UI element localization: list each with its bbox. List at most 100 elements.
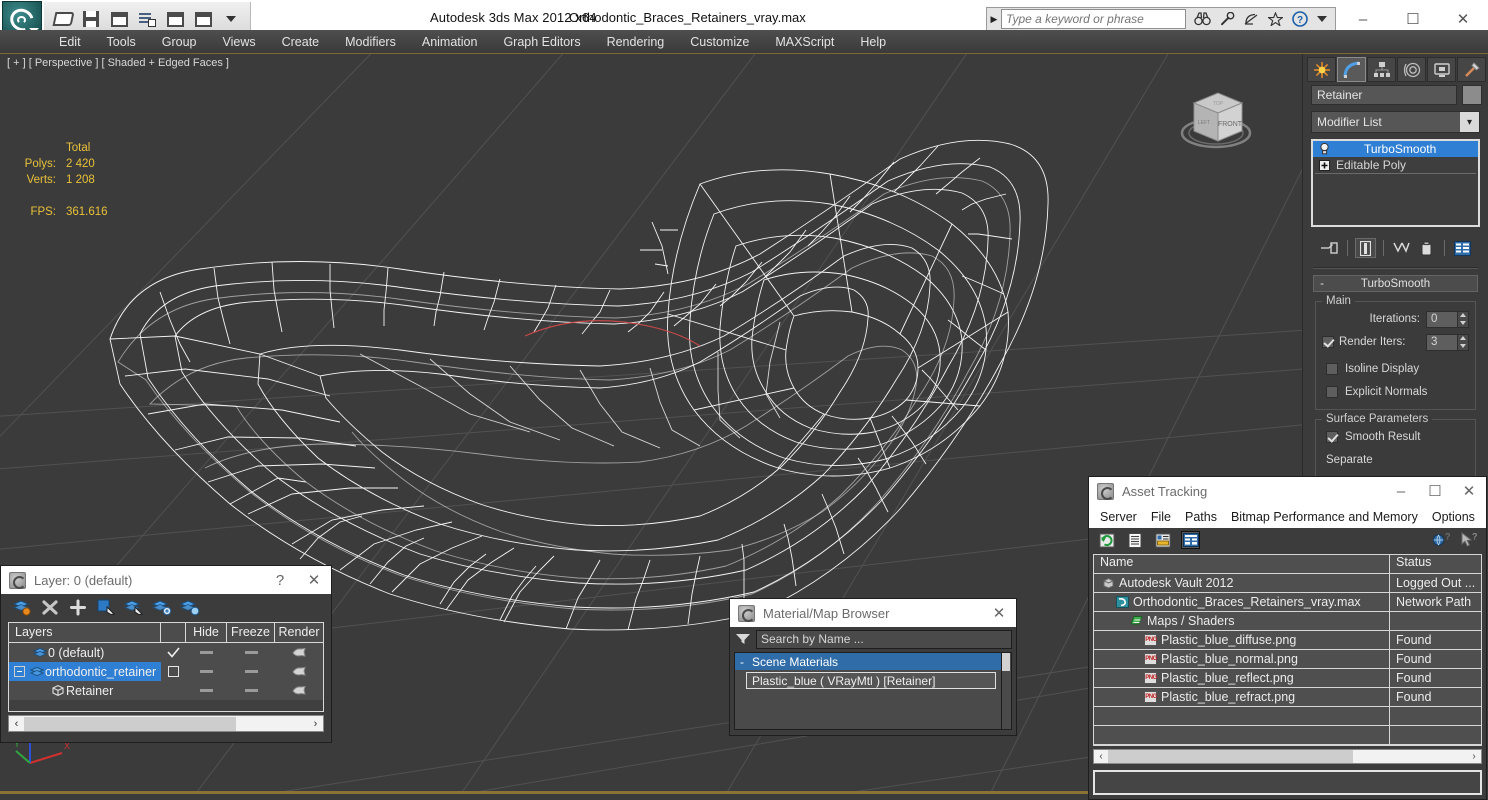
select-objects-in-layer-icon[interactable] — [95, 597, 117, 617]
hide-toggle[interactable] — [186, 662, 227, 681]
chevron-down-icon[interactable]: ▾ — [1460, 112, 1479, 132]
menu-item-group[interactable]: Group — [149, 30, 210, 54]
menu-item-animation[interactable]: Animation — [409, 30, 491, 54]
modifier-list-dropdown[interactable]: Modifier List ▾ — [1311, 111, 1480, 133]
table-row[interactable] — [1094, 707, 1481, 726]
table-row[interactable]: Autodesk Vault 2012 Logged Out ... — [1094, 574, 1481, 593]
iterations-value[interactable]: 0 — [1426, 310, 1458, 328]
iterations-spinner[interactable]: 0 — [1426, 310, 1469, 328]
save-file-icon[interactable] — [78, 6, 104, 32]
table-row[interactable]: PNG Plastic_blue_reflect.png Found — [1094, 669, 1481, 688]
modify-tab[interactable] — [1337, 57, 1366, 82]
table-row[interactable]: PNG Plastic_blue_normal.png Found — [1094, 650, 1481, 669]
isoline-display-row[interactable]: Isoline Display — [1322, 359, 1469, 379]
hide-toggle[interactable] — [186, 681, 227, 700]
at-menu-item-options[interactable]: Options — [1425, 510, 1482, 524]
undo-icon[interactable] — [106, 6, 132, 32]
minimize-button[interactable]: – — [1384, 483, 1418, 500]
render-toggle[interactable] — [275, 662, 323, 681]
smooth-result-row[interactable]: Smooth Result — [1322, 427, 1469, 447]
pin-stack-icon[interactable] — [1319, 238, 1340, 258]
hide-toggle[interactable] — [186, 643, 227, 662]
filter-funnel-icon[interactable] — [734, 633, 752, 645]
menu-item-modifiers[interactable]: Modifiers — [332, 30, 409, 54]
binoculars-icon[interactable] — [1194, 12, 1211, 26]
asset-horizontal-scrollbar[interactable]: ‹ › — [1093, 749, 1482, 764]
asset-table[interactable]: Name Status Autodesk Vault 2012 Logged Ou… — [1093, 554, 1482, 746]
material-map-browser-dialog[interactable]: Material/Map Browser ✕ Search by Name ..… — [729, 598, 1017, 736]
table-row[interactable]: Orthodontic_Braces_Retainers_vray.max Net… — [1094, 593, 1481, 612]
object-name-field[interactable]: Retainer — [1311, 85, 1457, 105]
at-menu-item-paths[interactable]: Paths — [1178, 510, 1224, 524]
set-current-layer-icon[interactable] — [179, 597, 201, 617]
layer-horizontal-scrollbar[interactable]: ‹ › — [8, 715, 324, 732]
question-icon[interactable]: ? — [1292, 11, 1308, 27]
spinner-arrows[interactable] — [1458, 310, 1469, 328]
current-layer-check[interactable] — [161, 662, 186, 681]
redo-icon[interactable] — [134, 6, 160, 32]
explicit-normals-checkbox[interactable] — [1326, 386, 1338, 398]
hierarchy-tab[interactable] — [1367, 57, 1396, 82]
create-tab[interactable] — [1307, 57, 1336, 82]
scroll-track[interactable] — [1108, 750, 1467, 763]
asset-tracking-dialog[interactable]: Asset Tracking – ☐ ✕ Server File Paths Bitm… — [1088, 476, 1487, 800]
highlight-selected-objects-icon[interactable] — [123, 597, 145, 617]
object-color-swatch[interactable] — [1462, 85, 1482, 105]
table-row[interactable]: PNG Plastic_blue_refract.png Found — [1094, 688, 1481, 707]
details-view-icon[interactable] — [1153, 531, 1172, 549]
material-search-input[interactable]: Search by Name ... — [756, 629, 1012, 649]
help-globe-icon[interactable]: ? — [1431, 531, 1450, 549]
menu-item-graph-editors[interactable]: Graph Editors — [490, 30, 593, 54]
table-row[interactable]: Maps / Shaders — [1094, 612, 1481, 631]
table-row[interactable] — [1094, 726, 1481, 745]
maximize-button[interactable]: ☐ — [1418, 482, 1452, 500]
isoline-display-checkbox[interactable] — [1326, 363, 1338, 375]
close-button[interactable]: ✕ — [1452, 482, 1486, 500]
remove-modifier-icon[interactable] — [1416, 238, 1437, 258]
layer-list[interactable]: Layers Hide Freeze Render 0 (default) or… — [8, 622, 324, 712]
refresh-icon[interactable] — [1097, 531, 1116, 549]
menu-item-edit[interactable]: Edit — [46, 30, 94, 54]
delete-layer-icon[interactable] — [39, 597, 61, 617]
list-view-icon[interactable] — [1125, 531, 1144, 549]
configure-modifier-sets-icon[interactable] — [1452, 238, 1473, 258]
scroll-thumb[interactable] — [24, 716, 236, 731]
stack-item-editable-poly[interactable]: Editable Poly — [1313, 157, 1478, 173]
freeze-toggle[interactable] — [227, 643, 275, 662]
menu-item-help[interactable]: Help — [847, 30, 899, 54]
satellite-icon[interactable] — [1244, 12, 1259, 26]
menu-item-create[interactable]: Create — [269, 30, 333, 54]
layer-dialog[interactable]: Layer: 0 (default) ? ✕ Layers Hide Freez… — [0, 565, 332, 743]
menu-item-rendering[interactable]: Rendering — [594, 30, 678, 54]
view-cube[interactable]: FRONT LEFT TOP — [1166, 79, 1262, 159]
table-row[interactable]: orthodontic_retainer — [9, 662, 323, 681]
list-item[interactable]: Plastic_blue ( VRayMtl ) [Retainer] — [746, 672, 996, 689]
collapse-icon[interactable]: - — [1314, 278, 1330, 290]
help-pointer-icon[interactable]: ? — [1459, 531, 1478, 549]
render-iters-checkbox[interactable] — [1322, 336, 1334, 348]
freeze-toggle[interactable] — [227, 681, 275, 700]
render-iters-value[interactable]: 3 — [1426, 333, 1458, 351]
at-menu-item-file[interactable]: File — [1144, 510, 1178, 524]
material-list[interactable]: - Scene Materials Plastic_blue ( VRayMtl… — [734, 652, 1002, 730]
reset-icon[interactable] — [190, 6, 216, 32]
table-row[interactable]: Retainer — [9, 681, 323, 700]
scroll-left-arrow-icon[interactable]: ‹ — [1094, 751, 1108, 762]
display-tab[interactable] — [1427, 57, 1456, 82]
menu-item-tools[interactable]: Tools — [94, 30, 149, 54]
new-scene-icon[interactable] — [162, 6, 188, 32]
open-file-icon[interactable] — [50, 6, 76, 32]
collapse-expander-icon[interactable] — [14, 666, 25, 677]
search-input[interactable] — [1001, 9, 1186, 29]
new-layer-icon[interactable] — [11, 597, 33, 617]
scroll-right-arrow-icon[interactable]: › — [308, 718, 323, 730]
render-toggle[interactable] — [275, 681, 323, 700]
scene-materials-group[interactable]: - Scene Materials — [735, 653, 1001, 670]
material-list-scrollbar[interactable] — [1002, 652, 1012, 730]
scroll-thumb[interactable] — [1108, 750, 1353, 763]
add-selection-to-layer-icon[interactable] — [151, 597, 173, 617]
plus-box-icon[interactable] — [1316, 159, 1332, 171]
scroll-thumb[interactable] — [1002, 653, 1010, 671]
search-expand-arrow-icon[interactable]: ▶ — [987, 14, 1001, 25]
motion-tab[interactable] — [1397, 57, 1426, 82]
